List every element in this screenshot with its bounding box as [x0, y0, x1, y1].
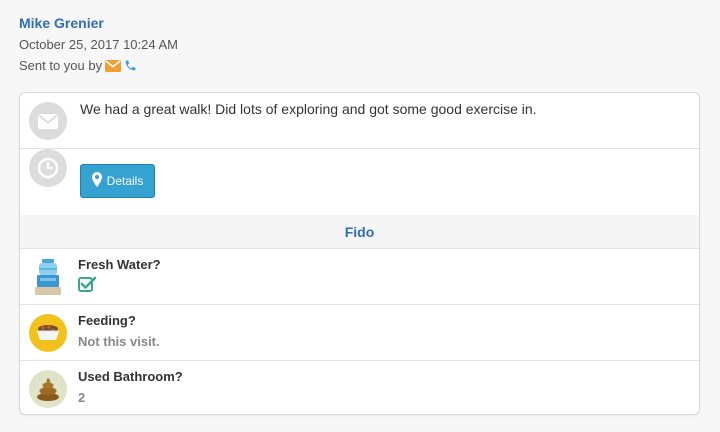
- item-value: 2: [78, 390, 86, 405]
- poop-icon: [29, 369, 67, 409]
- checkbox-checked-icon: [78, 276, 97, 297]
- item-value: Not this visit.: [78, 334, 160, 349]
- food-bowl-icon: [29, 313, 67, 353]
- pet-name-header: Fido: [20, 215, 699, 249]
- sender-name[interactable]: Mike Grenier: [19, 14, 178, 32]
- timestamp: October 25, 2017 10:24 AM: [19, 37, 178, 52]
- map-marker-icon: [91, 172, 102, 190]
- item-label: Used Bathroom?: [78, 369, 183, 384]
- sent-by: Sent to you by: [19, 57, 178, 74]
- message-row: We had a great walk! Did lots of explori…: [20, 93, 699, 149]
- list-item-used-bathroom: Used Bathroom? 2: [20, 361, 699, 414]
- envelope-icon: [29, 102, 67, 140]
- list-item-feeding: Feeding? Not this visit.: [20, 305, 699, 361]
- visit-report-card: We had a great walk! Did lots of explori…: [19, 92, 700, 415]
- item-label: Feeding?: [78, 313, 136, 328]
- message-text: We had a great walk! Did lots of explori…: [80, 101, 537, 117]
- details-button-label: Details: [106, 174, 144, 188]
- list-item-fresh-water: Fresh Water?: [20, 249, 699, 305]
- item-label: Fresh Water?: [78, 257, 161, 272]
- message-header: Mike Grenier October 25, 2017 10:24 AM S…: [19, 14, 178, 74]
- sent-by-label: Sent to you by: [19, 58, 103, 73]
- phone-icon: [124, 59, 137, 72]
- envelope-icon: [105, 59, 122, 72]
- clock-icon: [29, 149, 67, 187]
- details-row: Details: [20, 149, 699, 215]
- details-button[interactable]: Details: [80, 164, 155, 198]
- pet-name: Fido: [344, 223, 375, 240]
- water-cooler-icon: [29, 257, 67, 297]
